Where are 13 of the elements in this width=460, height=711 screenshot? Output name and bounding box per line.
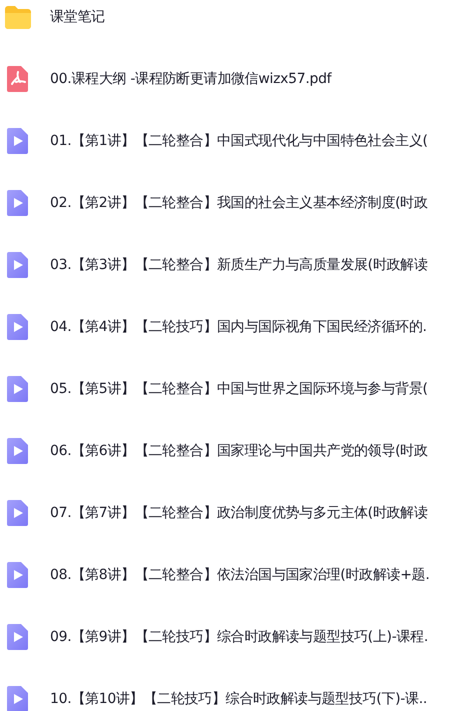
file-name[interactable]: 00.课程大纲 -课程防断更请加微信wizx57.pdf <box>50 68 332 90</box>
file-name[interactable]: 03.【第3讲】【二轮整合】新质生产力与高质量发展(时政解读 <box>50 254 428 276</box>
file-name[interactable]: 06.【第6讲】【二轮整合】国家理论与中国共产党的领导(时政 <box>50 440 428 462</box>
file-name[interactable]: 02.【第2讲】【二轮整合】我国的社会主义基本经济制度(时政 <box>50 192 428 214</box>
file-name[interactable]: 01.【第1讲】【二轮整合】中国式现代化与中国特色社会主义( <box>50 130 428 152</box>
file-name[interactable]: 05.【第5讲】【二轮整合】中国与世界之国际环境与参与背景( <box>50 378 428 400</box>
file-name[interactable]: 09.【第9讲】【二轮技巧】综合时政解读与题型技巧(上)-课程. <box>50 626 428 648</box>
file-name[interactable]: 10.【第10讲】【二轮技巧】综合时政解读与题型技巧(下)-课.. <box>50 688 428 710</box>
file-name[interactable]: 04.【第4讲】【二轮技巧】国内与国际视角下国民经济循环的. <box>50 316 427 338</box>
file-name[interactable]: 课堂笔记 <box>50 6 105 28</box>
file-name[interactable]: 07.【第7讲】【二轮整合】政治制度优势与多元主体(时政解读 <box>50 502 428 524</box>
file-name[interactable]: 08.【第8讲】【二轮整合】依法治国与国家治理(时政解读+题. <box>50 564 430 586</box>
folder-icon <box>4 3 32 31</box>
